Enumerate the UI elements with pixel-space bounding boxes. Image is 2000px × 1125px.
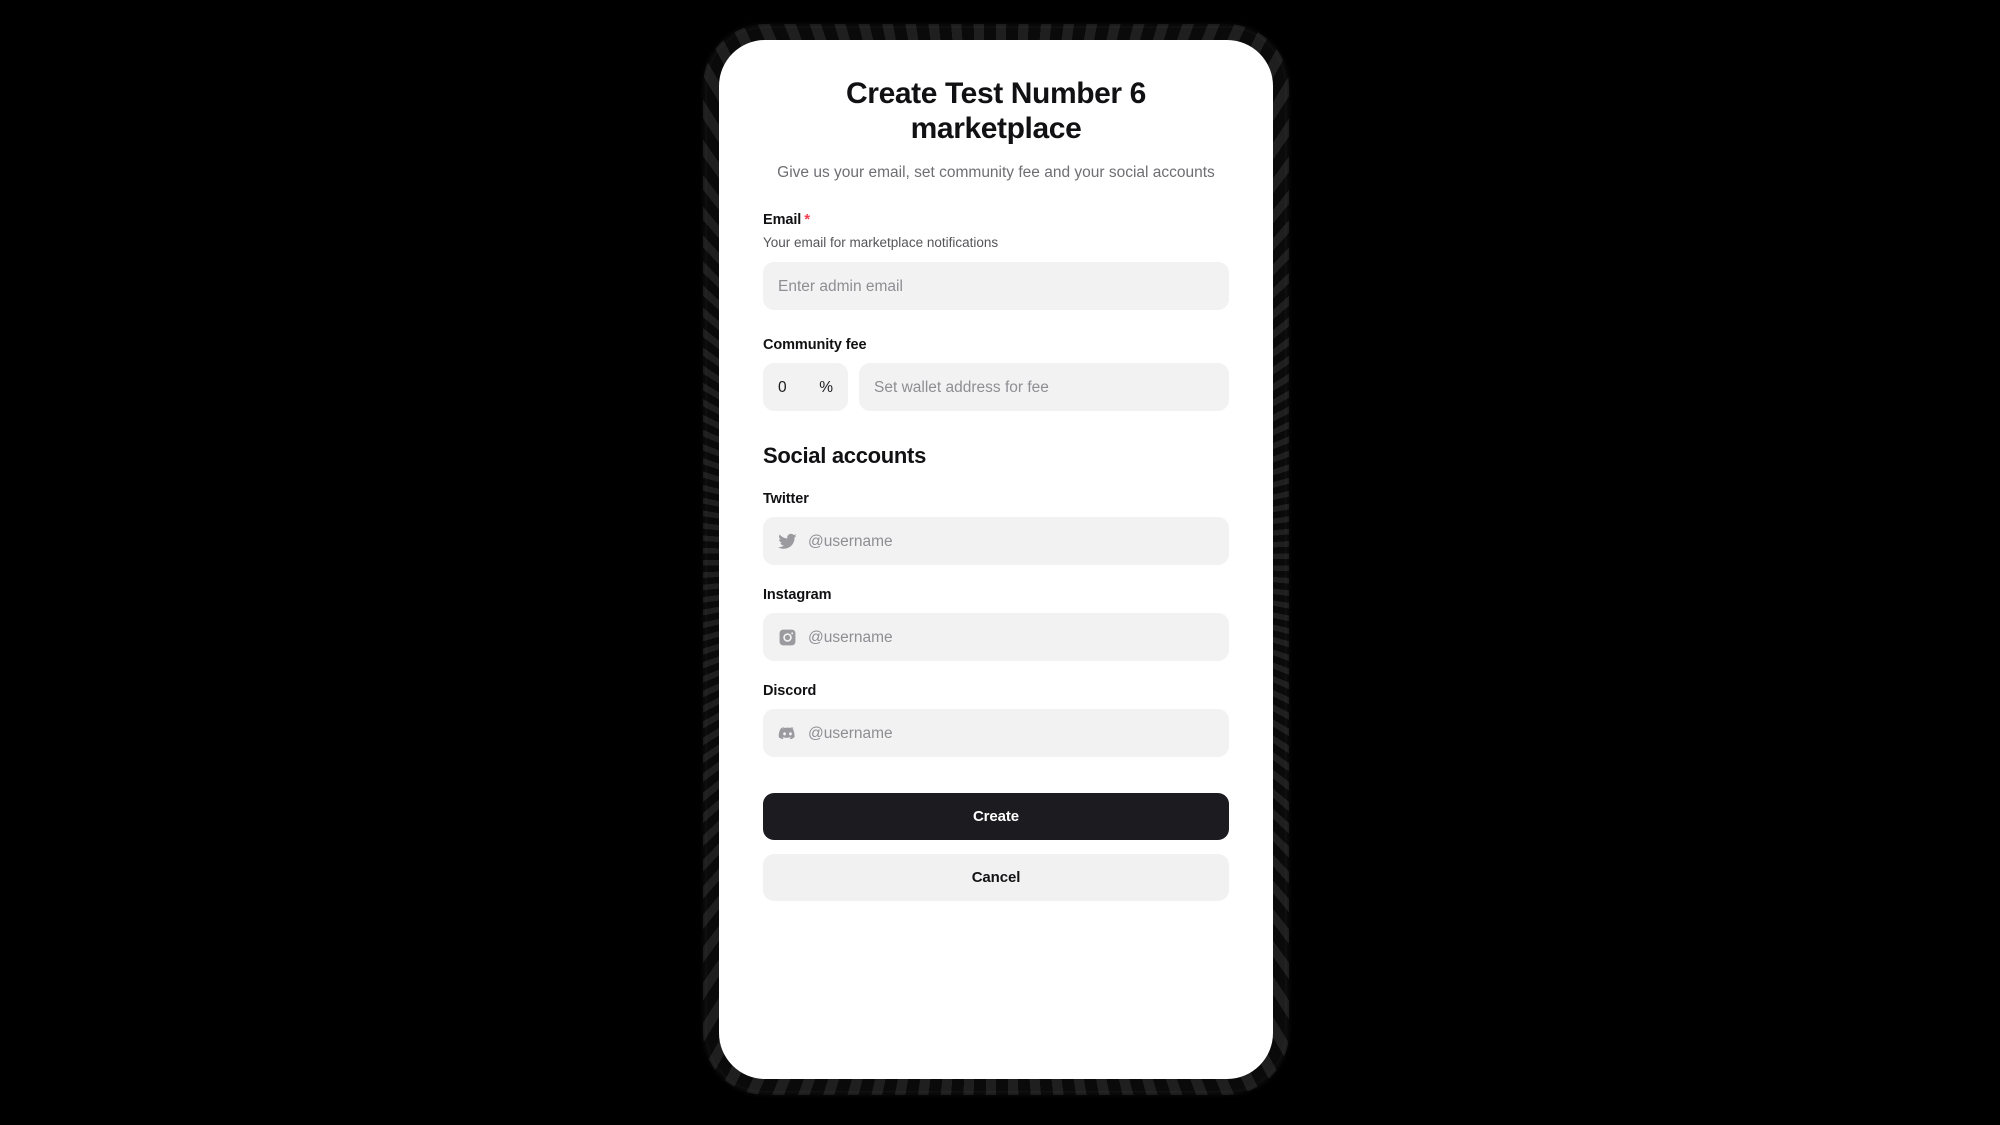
email-label-text: Email [763,212,802,229]
action-button-stack: Create Cancel [763,793,1229,931]
twitter-icon [778,532,797,551]
discord-label: Discord [763,683,817,700]
email-label: Email * [763,211,1229,228]
social-accounts-heading: Social accounts [763,443,927,469]
device-screen: Create Test Number 6 marketplace Give us… [719,40,1273,1079]
community-fee-amount-input[interactable]: 0 % [763,363,848,412]
create-button[interactable]: Create [763,793,1229,841]
email-field-block: Email * Your email for marketplace notifi… [763,211,1229,311]
social-account-instagram: Instagram @username [763,587,1229,662]
community-fee-row: 0 % Set wallet address for fee [763,363,1229,412]
twitter-label: Twitter [763,491,809,508]
twitter-input-placeholder: @username [808,533,893,550]
page-subtitle: Give us your email, set community fee an… [777,164,1215,182]
page-content: Create Test Number 6 marketplace Give us… [719,40,1273,931]
fee-wallet-address-input[interactable]: Set wallet address for fee [859,363,1229,412]
social-account-twitter: Twitter @username [763,491,1229,566]
instagram-input-placeholder: @username [808,629,893,646]
device-frame: Create Test Number 6 marketplace Give us… [707,28,1285,1091]
community-fee-block: Community fee 0 % Set wallet address for… [763,337,1229,412]
percent-suffix: % [819,378,833,396]
email-input[interactable]: Enter admin email [763,262,1229,311]
instagram-input[interactable]: @username [763,613,1229,662]
email-hint: Your email for marketplace notifications [763,235,999,251]
discord-input[interactable]: @username [763,709,1229,758]
instagram-icon [778,628,797,647]
fee-wallet-placeholder: Set wallet address for fee [874,379,1049,396]
discord-icon [778,724,797,743]
required-asterisk: * [804,211,810,229]
social-account-discord: Discord @username [763,683,1229,758]
twitter-input[interactable]: @username [763,517,1229,566]
cancel-button[interactable]: Cancel [763,854,1229,902]
community-fee-value: 0 [778,378,787,396]
community-fee-label: Community fee [763,337,867,354]
page-title: Create Test Number 6 marketplace [846,77,1146,146]
email-input-placeholder: Enter admin email [778,278,903,295]
discord-input-placeholder: @username [808,725,893,742]
instagram-label: Instagram [763,587,832,604]
